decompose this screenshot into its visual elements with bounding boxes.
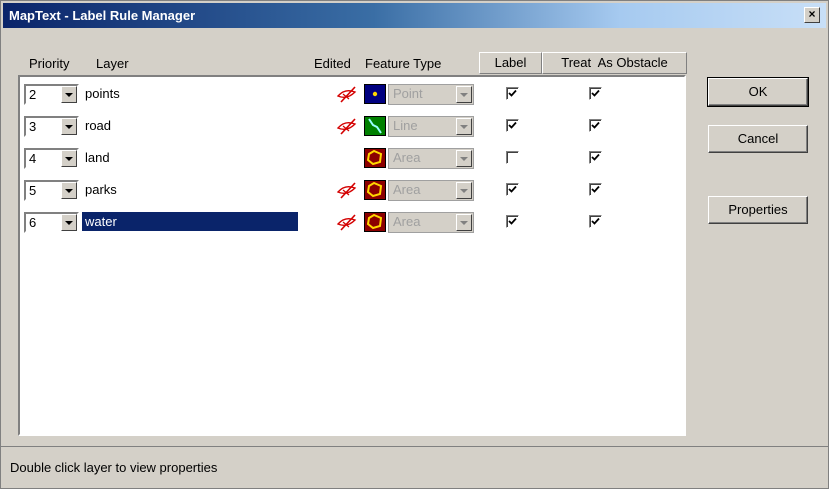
priority-value: 2 — [29, 87, 37, 102]
priority-dropdown-button[interactable] — [61, 182, 77, 199]
cancel-button[interactable]: Cancel — [708, 125, 808, 153]
priority-value: 4 — [29, 151, 37, 166]
window-title: MapText - Label Rule Manager — [9, 8, 196, 23]
feature-type-dropdown-button — [456, 214, 472, 231]
layer-rule-list[interactable]: 2 points Point 3 road Line 4 land Area 5… — [18, 75, 686, 436]
label-checkbox[interactable] — [506, 215, 519, 228]
layer-name[interactable]: land — [82, 148, 298, 167]
feature-type-select: Area — [388, 180, 474, 201]
priority-dropdown-button[interactable] — [61, 150, 77, 167]
priority-value: 3 — [29, 119, 37, 134]
feature-type-value: Area — [393, 214, 421, 229]
point-feature-icon — [364, 84, 386, 104]
priority-dropdown-button[interactable] — [61, 118, 77, 135]
status-bar: Double click layer to view properties — [1, 446, 828, 488]
layer-name[interactable]: parks — [82, 180, 298, 199]
area-feature-icon — [364, 180, 386, 200]
feature-type-dropdown-button — [456, 86, 472, 103]
priority-select[interactable]: 4 — [24, 148, 79, 169]
label-checkbox[interactable] — [506, 87, 519, 100]
list-row[interactable]: 4 land Area — [20, 145, 684, 169]
feature-type-select: Area — [388, 212, 474, 233]
obstacle-checkbox[interactable] — [589, 183, 602, 196]
chevron-down-icon — [460, 93, 468, 97]
title-bar[interactable]: MapText - Label Rule Manager × — [3, 3, 826, 28]
area-feature-icon — [364, 212, 386, 232]
header-layer: Layer — [96, 56, 129, 71]
chevron-down-icon — [460, 221, 468, 225]
header-priority: Priority — [29, 56, 70, 71]
edited-icon — [335, 116, 359, 136]
label-checkbox[interactable] — [506, 183, 519, 196]
obstacle-checkbox[interactable] — [589, 119, 602, 132]
priority-value: 6 — [29, 215, 37, 230]
chevron-down-icon — [460, 189, 468, 193]
layer-name[interactable]: road — [82, 116, 298, 135]
list-row[interactable]: 5 parks Area — [20, 177, 684, 201]
feature-type-value: Area — [393, 150, 421, 165]
header-label[interactable]: Label — [479, 52, 542, 74]
obstacle-checkbox[interactable] — [589, 151, 602, 164]
feature-type-select: Line — [388, 116, 474, 137]
priority-value: 5 — [29, 183, 37, 198]
label-rule-manager-window: MapText - Label Rule Manager × Priority … — [0, 0, 829, 489]
obstacle-checkbox[interactable] — [589, 87, 602, 100]
chevron-down-icon — [65, 221, 73, 225]
edited-icon — [335, 212, 359, 232]
priority-select[interactable]: 3 — [24, 116, 79, 137]
chevron-down-icon — [65, 93, 73, 97]
chevron-down-icon — [460, 125, 468, 129]
edited-icon — [335, 84, 359, 104]
area-feature-icon — [364, 148, 386, 168]
feature-type-value: Point — [393, 86, 423, 101]
label-checkbox[interactable] — [506, 151, 519, 164]
line-feature-icon — [364, 116, 386, 136]
chevron-down-icon — [65, 157, 73, 161]
feature-type-dropdown-button — [456, 182, 472, 199]
chevron-down-icon — [460, 157, 468, 161]
feature-type-dropdown-button — [456, 150, 472, 167]
ok-button[interactable]: OK — [707, 77, 809, 107]
priority-select[interactable]: 5 — [24, 180, 79, 201]
header-treat-as-obstacle[interactable]: Treat As Obstacle — [542, 52, 687, 74]
list-row[interactable]: 6 water Area — [20, 209, 684, 233]
feature-type-select: Area — [388, 148, 474, 169]
edited-icon — [335, 180, 359, 200]
priority-select[interactable]: 6 — [24, 212, 79, 233]
obstacle-checkbox[interactable] — [589, 215, 602, 228]
list-row[interactable]: 3 road Line — [20, 113, 684, 137]
label-checkbox[interactable] — [506, 119, 519, 132]
priority-dropdown-button[interactable] — [61, 86, 77, 103]
header-edited: Edited — [314, 56, 351, 71]
header-feature-type: Feature Type — [365, 56, 442, 71]
feature-type-value: Area — [393, 182, 421, 197]
priority-select[interactable]: 2 — [24, 84, 79, 105]
layer-name[interactable]: water — [82, 212, 298, 231]
list-row[interactable]: 2 points Point — [20, 81, 684, 105]
feature-type-value: Line — [393, 118, 418, 133]
close-button[interactable]: × — [804, 7, 820, 23]
priority-dropdown-button[interactable] — [61, 214, 77, 231]
properties-button[interactable]: Properties — [708, 196, 808, 224]
status-text: Double click layer to view properties — [10, 460, 218, 475]
chevron-down-icon — [65, 189, 73, 193]
feature-type-dropdown-button — [456, 118, 472, 135]
feature-type-select: Point — [388, 84, 474, 105]
layer-name[interactable]: points — [82, 84, 298, 103]
chevron-down-icon — [65, 125, 73, 129]
